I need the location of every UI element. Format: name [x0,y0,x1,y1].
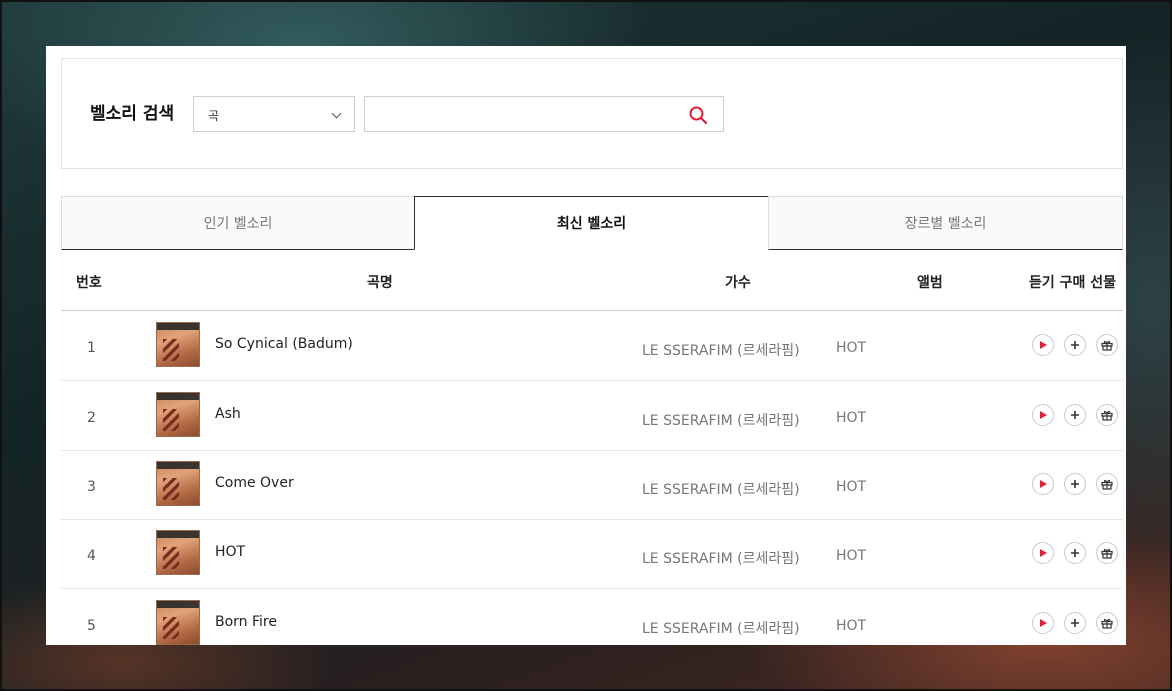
gift-button[interactable] [1096,334,1118,356]
plus-icon [1071,549,1079,557]
row-number: 2 [87,410,96,426]
table-header: 번호 곡명 가수 앨범 듣기 구매 선물 [61,250,1123,311]
table-row: 5 Born Fire LE SSERAFIM (르세라핌) HOT [61,589,1123,645]
plus-icon [1071,411,1079,419]
search-type-value: 곡 [208,109,220,123]
chevron-down-icon [331,108,342,119]
search-input[interactable] [364,96,724,132]
plus-icon [1071,341,1079,349]
tab-popular[interactable]: 인기 벨소리 [61,196,415,250]
header-song: 곡명 [367,275,393,291]
header-actions: 듣기 구매 선물 [1029,275,1117,291]
gift-icon [1101,410,1113,421]
album-name[interactable]: HOT [836,340,866,356]
song-title[interactable]: Born Fire [215,614,277,630]
header-album: 앨범 [917,275,943,291]
album-name[interactable]: HOT [836,479,866,495]
table-row: 1 So Cynical (Badum) LE SSERAFIM (르세라핌) … [61,311,1123,381]
play-button[interactable] [1032,473,1054,495]
play-icon [1040,480,1047,488]
song-title[interactable]: Ash [215,406,241,422]
play-icon [1040,549,1047,557]
tab-bar: 인기 벨소리 최신 벨소리 장르별 벨소리 [61,196,1123,250]
plus-icon [1071,480,1079,488]
album-cover [156,322,200,367]
song-title[interactable]: So Cynical (Badum) [215,336,353,352]
row-number: 5 [87,618,96,634]
gift-button[interactable] [1096,473,1118,495]
gift-icon [1101,618,1113,629]
play-icon [1040,411,1047,419]
row-number: 3 [87,479,96,495]
search-title: 벨소리 검색 [90,104,175,124]
play-icon [1040,619,1047,627]
table-row: 4 HOT LE SSERAFIM (르세라핌) HOT [61,519,1123,589]
search-section: 벨소리 검색 곡 [61,58,1123,169]
row-number: 1 [87,340,96,356]
song-title[interactable]: Come Over [215,475,294,491]
buy-button[interactable] [1064,612,1086,634]
album-name[interactable]: HOT [836,618,866,634]
table-row: 3 Come Over LE SSERAFIM (르세라핌) HOT [61,450,1123,520]
gift-icon [1101,479,1113,490]
artist-name[interactable]: LE SSERAFIM (르세라핌) [642,548,800,568]
artist-name[interactable]: LE SSERAFIM (르세라핌) [642,410,800,430]
song-title[interactable]: HOT [215,544,245,560]
album-name[interactable]: HOT [836,410,866,426]
artist-name[interactable]: LE SSERAFIM (르세라핌) [642,479,800,499]
tab-genre[interactable]: 장르별 벨소리 [768,196,1123,250]
plus-icon [1071,619,1079,627]
gift-icon [1101,340,1113,351]
row-number: 4 [87,548,96,564]
album-cover [156,461,200,506]
buy-button[interactable] [1064,542,1086,564]
play-button[interactable] [1032,334,1054,356]
tab-latest[interactable]: 최신 벨소리 [414,196,769,250]
album-name[interactable]: HOT [836,548,866,564]
album-cover [156,392,200,437]
search-icon[interactable] [688,105,708,125]
play-button[interactable] [1032,542,1054,564]
gift-button[interactable] [1096,404,1118,426]
buy-button[interactable] [1064,473,1086,495]
play-button[interactable] [1032,612,1054,634]
gift-icon [1101,548,1113,559]
artist-name[interactable]: LE SSERAFIM (르세라핌) [642,618,800,638]
search-type-select[interactable]: 곡 [193,96,355,132]
buy-button[interactable] [1064,404,1086,426]
play-button[interactable] [1032,404,1054,426]
header-artist: 가수 [725,275,751,291]
play-icon [1040,341,1047,349]
table-row: 2 Ash LE SSERAFIM (르세라핌) HOT [61,381,1123,451]
header-number: 번호 [76,275,102,291]
gift-button[interactable] [1096,612,1118,634]
artist-name[interactable]: LE SSERAFIM (르세라핌) [642,340,800,360]
album-cover [156,530,200,575]
album-cover [156,600,200,645]
ringtone-panel: 벨소리 검색 곡 인기 벨소리 최신 벨소리 장르별 벨소리 번호 곡명 가수 … [46,46,1126,645]
gift-button[interactable] [1096,542,1118,564]
buy-button[interactable] [1064,334,1086,356]
